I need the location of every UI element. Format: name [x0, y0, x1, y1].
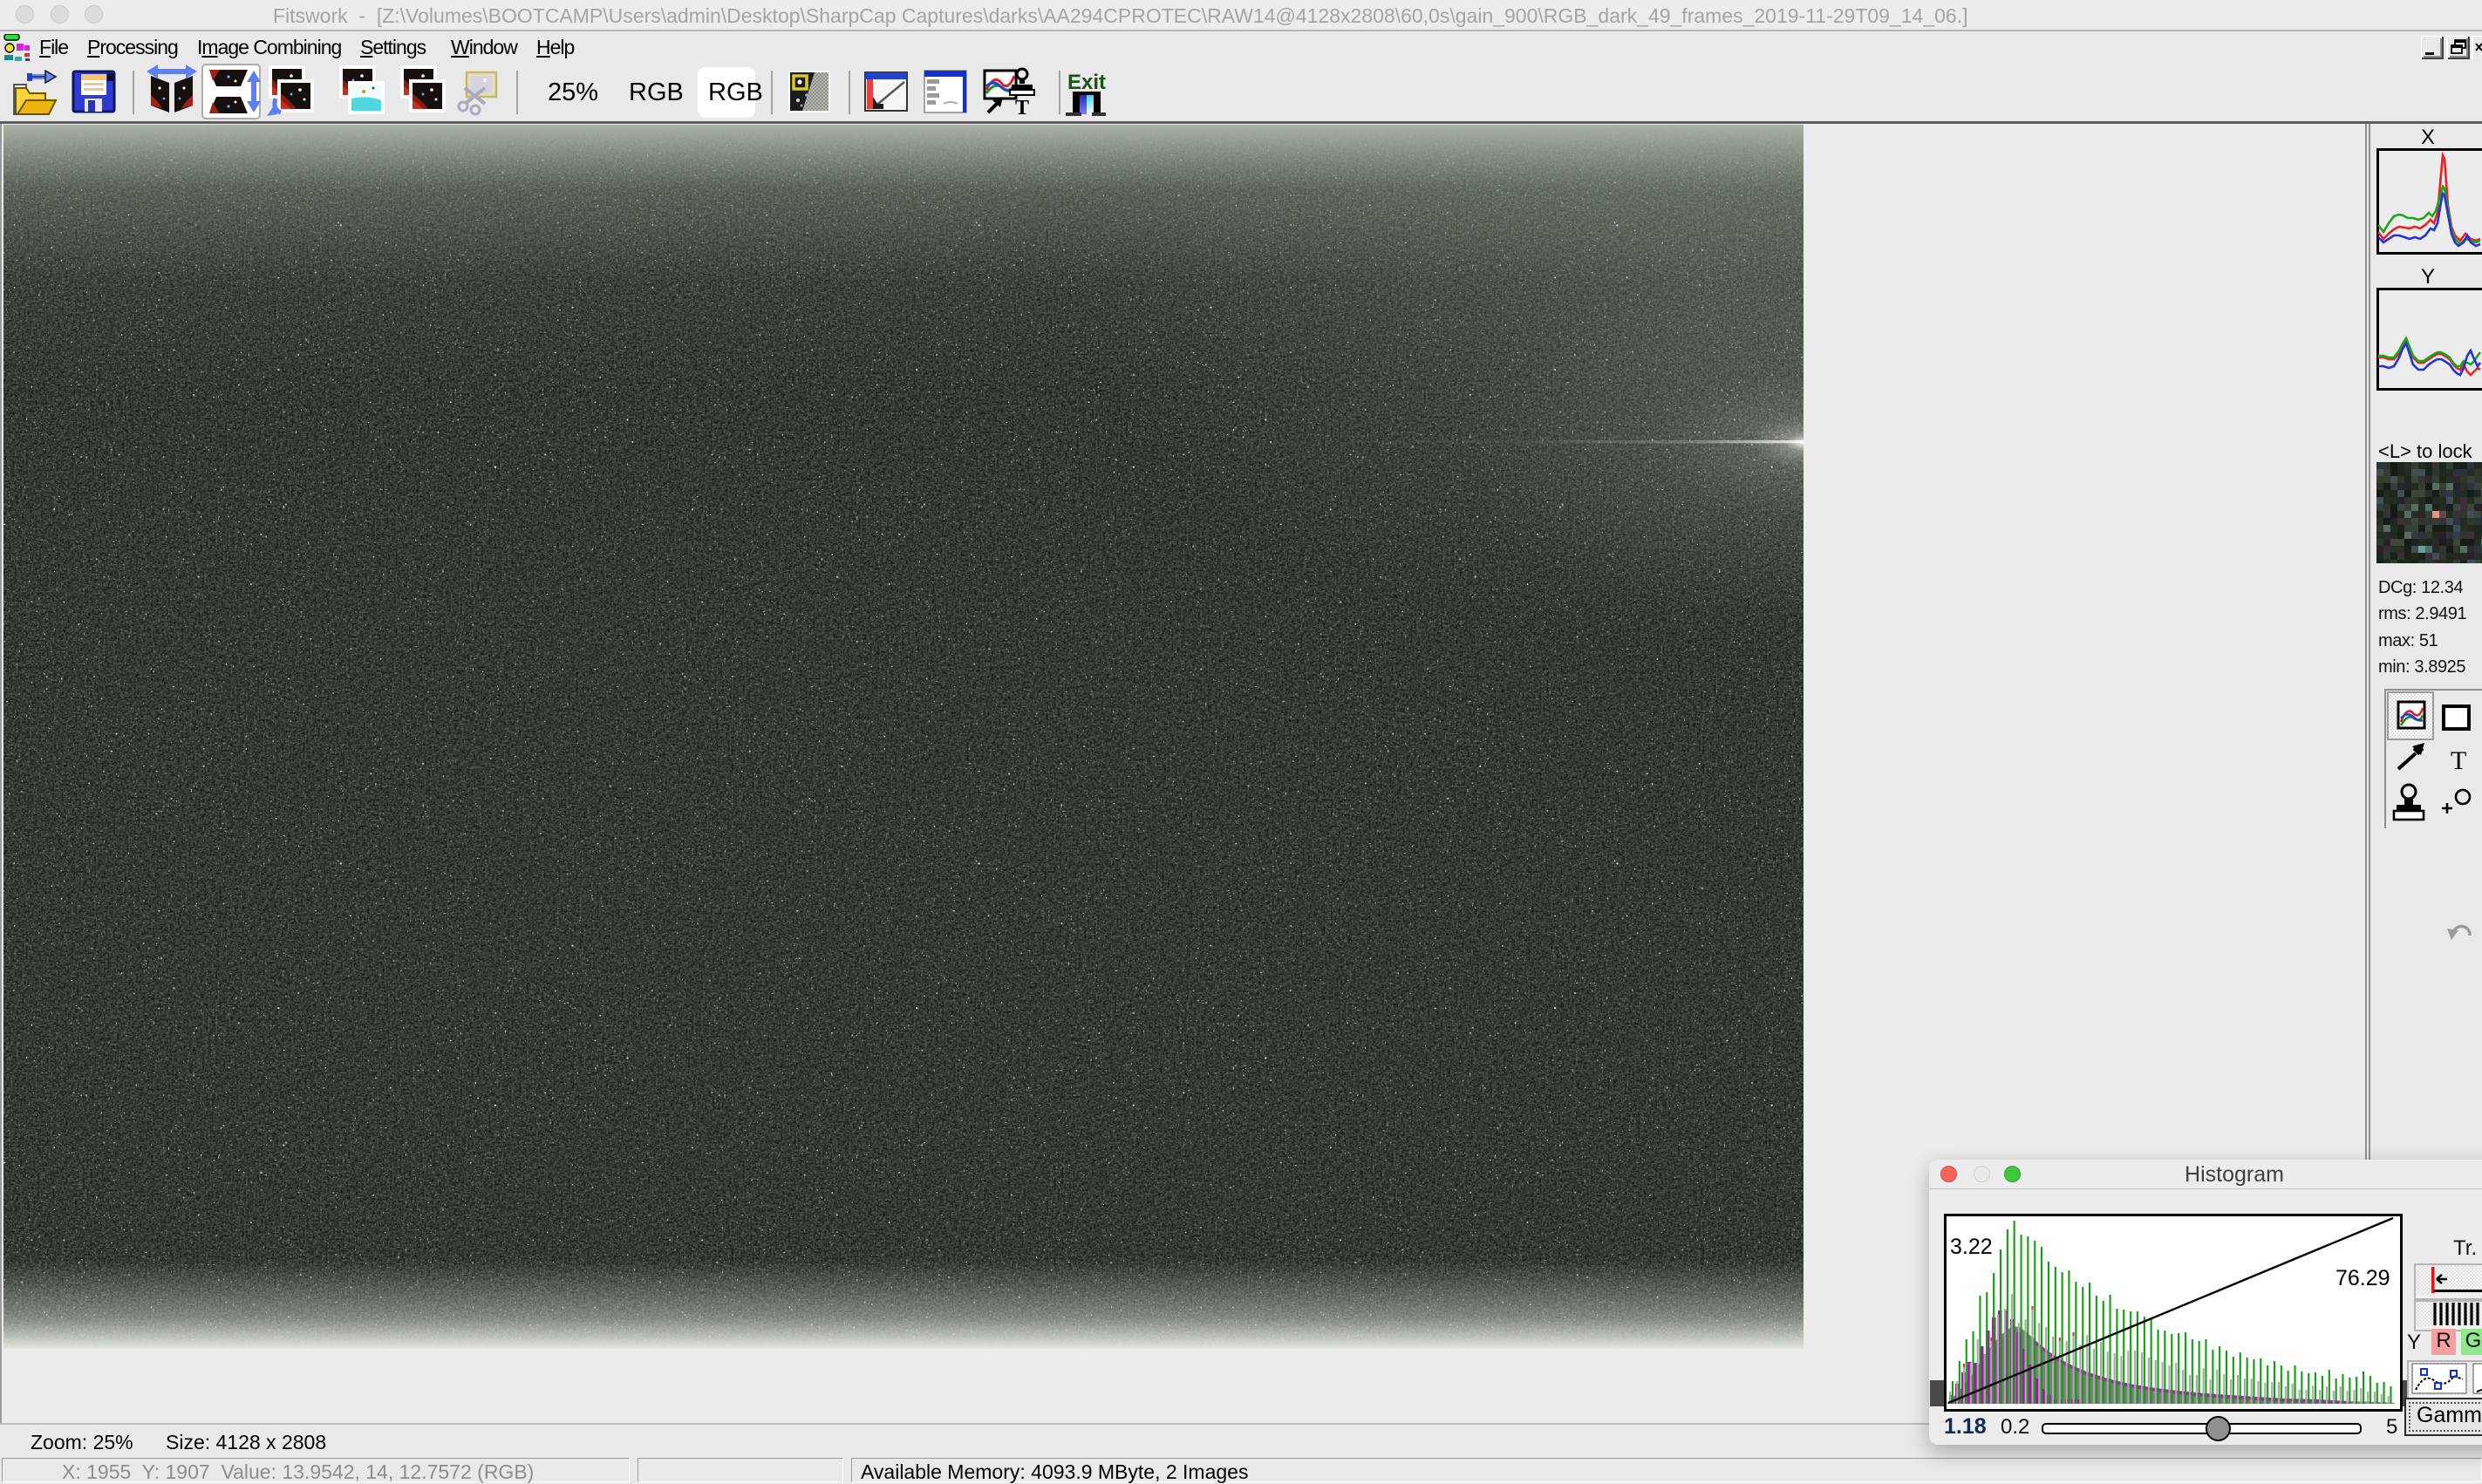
svg-text:T: T [2451, 746, 2466, 775]
svg-text:T: T [1015, 97, 1029, 119]
svg-text:Exit: Exit [1067, 71, 1106, 94]
